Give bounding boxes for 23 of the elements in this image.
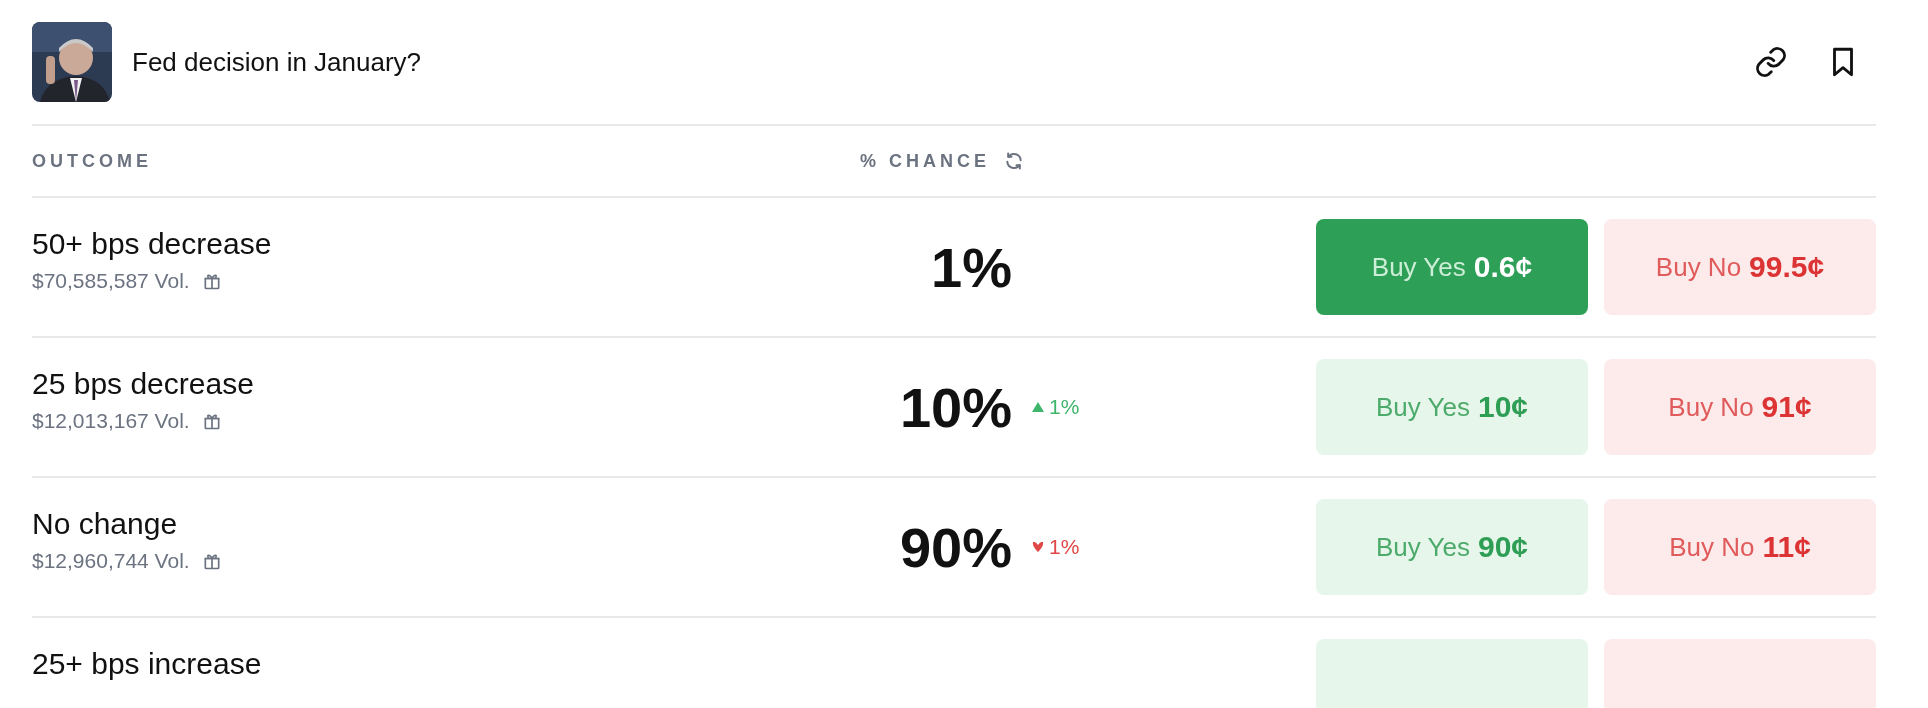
- volume-text: $12,013,167 Vol.: [32, 409, 190, 433]
- buy-no-button[interactable]: Buy No 91¢: [1604, 359, 1876, 455]
- buy-no-button[interactable]: Buy No 11¢: [1604, 499, 1876, 595]
- outcome-name: 50+ bps decrease: [32, 227, 273, 261]
- change-indicator: 1%: [1032, 535, 1080, 559]
- buy-yes-button[interactable]: Buy Yes 90¢: [1316, 499, 1588, 595]
- link-button[interactable]: [1754, 45, 1788, 79]
- volume-text: $12,960,744 Vol.: [32, 549, 190, 573]
- chance-percent: 90%: [898, 514, 1012, 580]
- buy-yes-button[interactable]: Buy Yes 10¢: [1316, 359, 1588, 455]
- column-heading: % CHANCE: [860, 150, 990, 172]
- buy-yes-button[interactable]: Buy Yes 0.6¢: [1316, 219, 1588, 315]
- refresh-icon[interactable]: [1004, 151, 1024, 171]
- outcome-name: 25+ bps increase: [32, 647, 263, 681]
- chance-percent: 1%: [930, 234, 1012, 300]
- outcome-name: 25 bps decrease: [32, 367, 255, 401]
- column-heading: OUTCOME: [32, 150, 153, 172]
- chance-percent: 10%: [898, 374, 1012, 440]
- buy-no-button[interactable]: Buy No 99.5¢: [1604, 219, 1876, 315]
- change-indicator: 1%: [1032, 395, 1080, 419]
- market-title: Fed decision in January?: [132, 46, 422, 78]
- volume-text: $70,585,587 Vol.: [32, 269, 190, 293]
- outcome-name: No change: [32, 507, 179, 541]
